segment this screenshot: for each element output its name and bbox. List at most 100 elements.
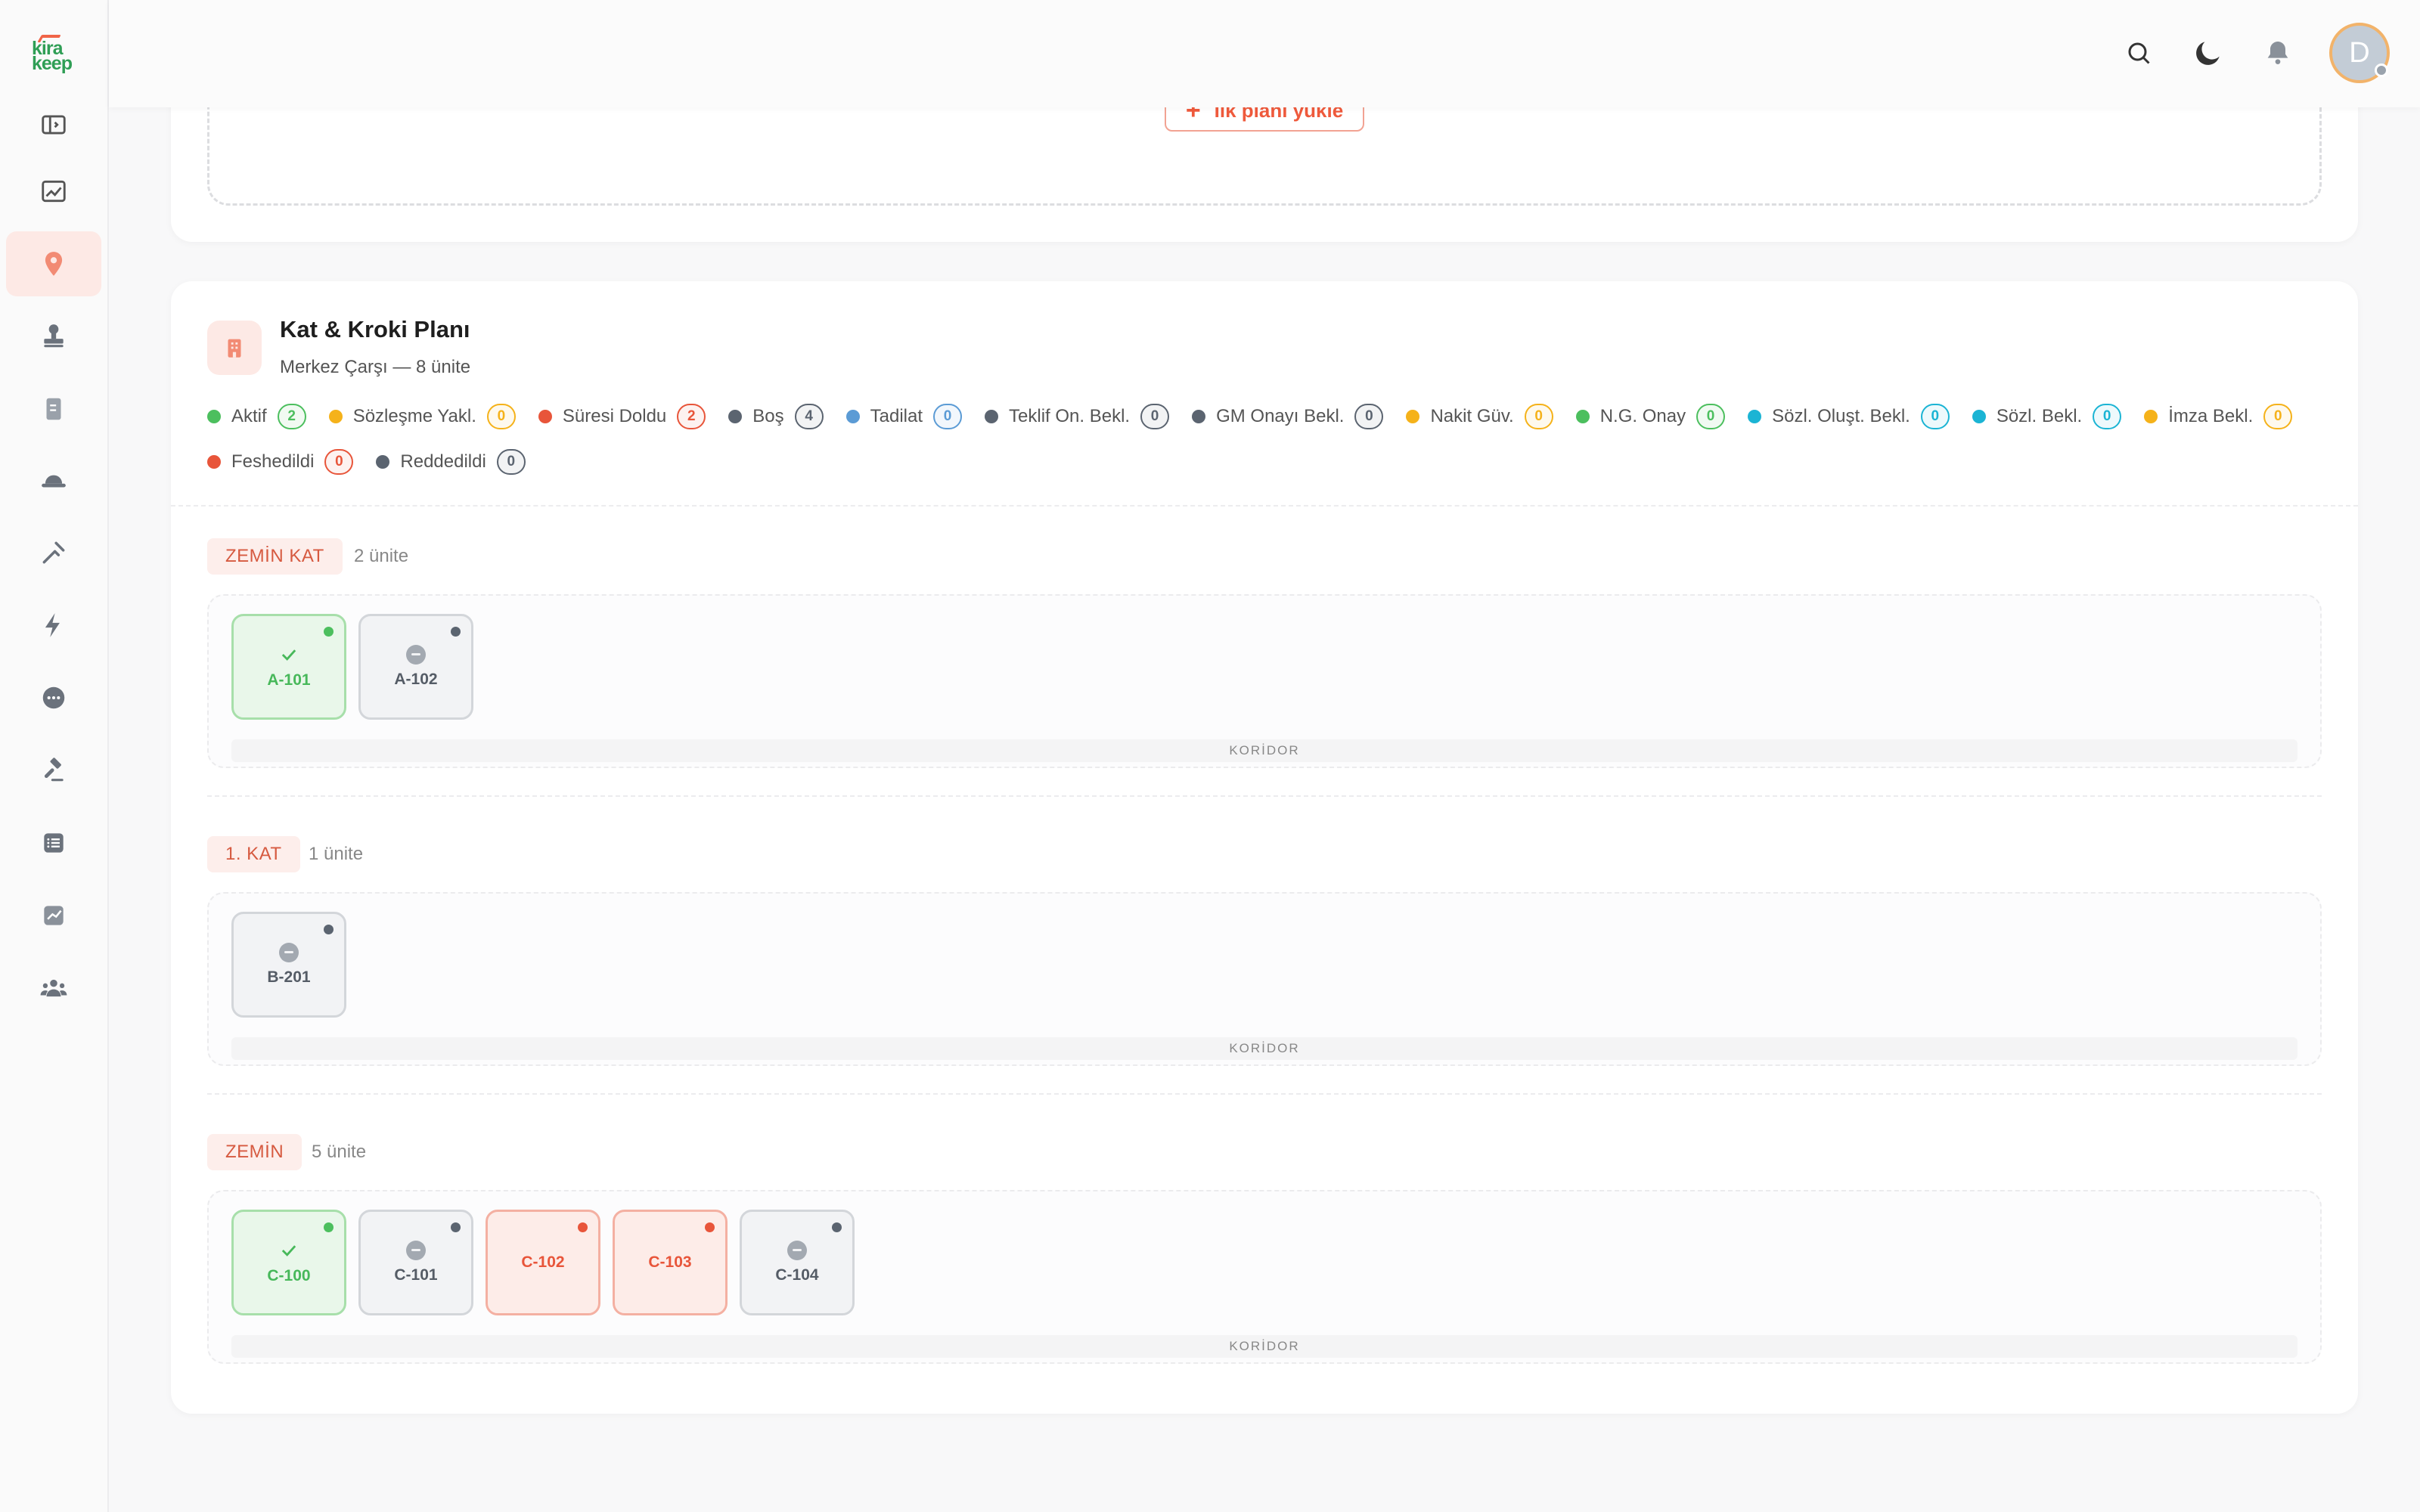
sidebar-item-messages[interactable]	[6, 665, 101, 730]
legend-item[interactable]: Tadilat 0	[845, 402, 963, 431]
legend-count-badge: 0	[2093, 404, 2122, 429]
avatar-initial: D	[2349, 36, 2370, 69]
legend-item[interactable]: Aktif 2	[207, 402, 306, 431]
legend-item[interactable]: GM Onayı Bekl. 0	[1192, 402, 1384, 431]
unit-code: C-102	[521, 1253, 565, 1271]
unit-tile[interactable]: C-102	[486, 1210, 600, 1315]
user-avatar[interactable]: D	[2329, 23, 2390, 83]
unit-status-dot	[578, 1222, 588, 1232]
gavel-icon	[44, 758, 64, 782]
legend-item[interactable]: Reddedildi 0	[376, 448, 526, 476]
status-dot	[207, 410, 221, 423]
unit-tile[interactable]: B-201	[231, 912, 346, 1018]
status-dot	[376, 455, 390, 469]
floor-label: ZEMİN KAT	[207, 538, 343, 575]
status-dot	[1192, 410, 1206, 423]
notifications-button[interactable]	[2260, 35, 2296, 71]
legend-item[interactable]: Sözl. Bekl. 0	[1972, 402, 2122, 431]
document-icon	[46, 398, 61, 420]
status-dot	[1748, 410, 1762, 423]
sidebar-item-maintenance[interactable]	[6, 520, 101, 585]
stamp-icon	[44, 324, 64, 348]
sidebar-item-workers[interactable]	[6, 448, 101, 513]
status-dot	[1575, 410, 1590, 423]
status-dot	[1972, 410, 1986, 423]
legend-label: N.G. Onay	[1599, 406, 1686, 426]
sidebar-item-dashboard[interactable]	[6, 159, 101, 224]
unit-tile[interactable]: A-101	[231, 614, 346, 720]
legend-item[interactable]: Sözl. Oluşt. Bekl. 0	[1748, 402, 1950, 431]
chat-icon	[42, 686, 65, 709]
tools-icon	[42, 541, 65, 564]
floor-label: 1. KAT	[207, 836, 300, 872]
legend-count-badge: 2	[677, 404, 706, 429]
sidebar-item-locations[interactable]	[6, 231, 101, 296]
search-button[interactable]	[2121, 35, 2157, 71]
floor-plan-area: B-201 KORİDOR	[207, 892, 2322, 1066]
legend-item[interactable]: Boş 4	[728, 402, 824, 431]
sidebar-item-users[interactable]	[6, 956, 101, 1021]
legend-item[interactable]: Nakit Güv. 0	[1406, 402, 1553, 431]
sidebar-item-stamp[interactable]	[6, 304, 101, 369]
bell-icon	[2267, 42, 2288, 64]
search-icon	[2128, 42, 2150, 64]
sidebar-item-documents[interactable]	[6, 376, 101, 442]
card-subtitle: Merkez Çarşı — 8 ünite	[280, 357, 471, 377]
legend-item[interactable]: Teklif On. Bekl. 0	[985, 402, 1170, 431]
panel-toggle-icon	[42, 115, 66, 135]
corridor-label: KORİDOR	[231, 1037, 2297, 1060]
divider	[171, 505, 2358, 507]
sidebar-item-legal[interactable]	[6, 738, 101, 803]
card-title: Kat & Kroki Planı	[280, 316, 470, 342]
floor-plan-card: Kat & Kroki Planı Merkez Çarşı — 8 ünite…	[171, 281, 2358, 1414]
corridor-label: KORİDOR	[231, 1335, 2297, 1358]
topbar: D	[109, 0, 2420, 107]
unit-status-dot	[324, 925, 334, 934]
status-dot	[538, 410, 552, 423]
app-logo[interactable]: kira keep	[32, 35, 80, 80]
floor-plan-area: C-100 C-101 C-102 C-103 C-104 KORİDOR	[207, 1190, 2322, 1364]
status-dot	[728, 410, 743, 423]
list-icon	[44, 833, 64, 853]
location-pin-icon	[45, 252, 63, 276]
minus-circle-icon	[787, 1241, 807, 1260]
theme-toggle-button[interactable]	[2190, 35, 2226, 71]
floor-unit-count: 5 ünite	[312, 1142, 367, 1162]
sidebar-item-reports[interactable]	[6, 883, 101, 948]
unit-tile[interactable]: A-102	[358, 614, 473, 720]
unit-tile[interactable]: C-100	[231, 1210, 346, 1315]
legend-count-badge: 0	[1696, 404, 1726, 429]
unit-code: B-201	[267, 968, 311, 986]
minus-circle-icon	[406, 645, 426, 665]
unit-tile[interactable]: C-101	[358, 1210, 473, 1315]
sidebar-item-panel-toggle[interactable]	[6, 92, 101, 157]
legend-label: Sözl. Oluşt. Bekl.	[1772, 406, 1910, 426]
legend-item[interactable]: İmza Bekl. 0	[2144, 402, 2293, 431]
sidebar-item-utilities[interactable]	[6, 593, 101, 658]
unit-code: A-101	[267, 671, 311, 689]
unit-code: C-100	[267, 1267, 311, 1284]
legend-count-badge: 0	[486, 404, 516, 429]
moon-icon	[2196, 42, 2220, 65]
legend-label: GM Onayı Bekl.	[1216, 406, 1345, 426]
status-dot	[2144, 410, 2158, 423]
status-legend: Aktif 2 Sözleşme Yakl. 0 Süresi Doldu 2 Boş 4 Ta…	[207, 402, 2325, 476]
legend-item[interactable]: Feshedildi 0	[207, 448, 354, 476]
minus-circle-icon	[406, 1241, 426, 1260]
status-dot	[985, 410, 999, 423]
legend-item[interactable]: Sözleşme Yakl. 0	[328, 402, 516, 431]
legend-count-badge: 0	[1140, 404, 1170, 429]
sidebar-item-lists[interactable]	[6, 810, 101, 875]
unit-tile[interactable]: C-104	[740, 1210, 855, 1315]
unit-tile[interactable]: C-103	[613, 1210, 728, 1315]
corridor-label: KORİDOR	[231, 739, 2297, 762]
chart-icon	[42, 180, 66, 203]
legend-label: Feshedildi	[231, 451, 315, 472]
legend-item[interactable]: N.G. Onay 0	[1575, 402, 1726, 431]
floor-divider	[207, 1093, 2322, 1095]
legend-count-badge: 2	[277, 404, 306, 429]
legend-item[interactable]: Süresi Doldu 2	[538, 402, 706, 431]
legend-count-badge: 0	[324, 449, 354, 475]
unit-status-dot	[451, 1222, 461, 1232]
unit-status-dot	[451, 627, 461, 637]
